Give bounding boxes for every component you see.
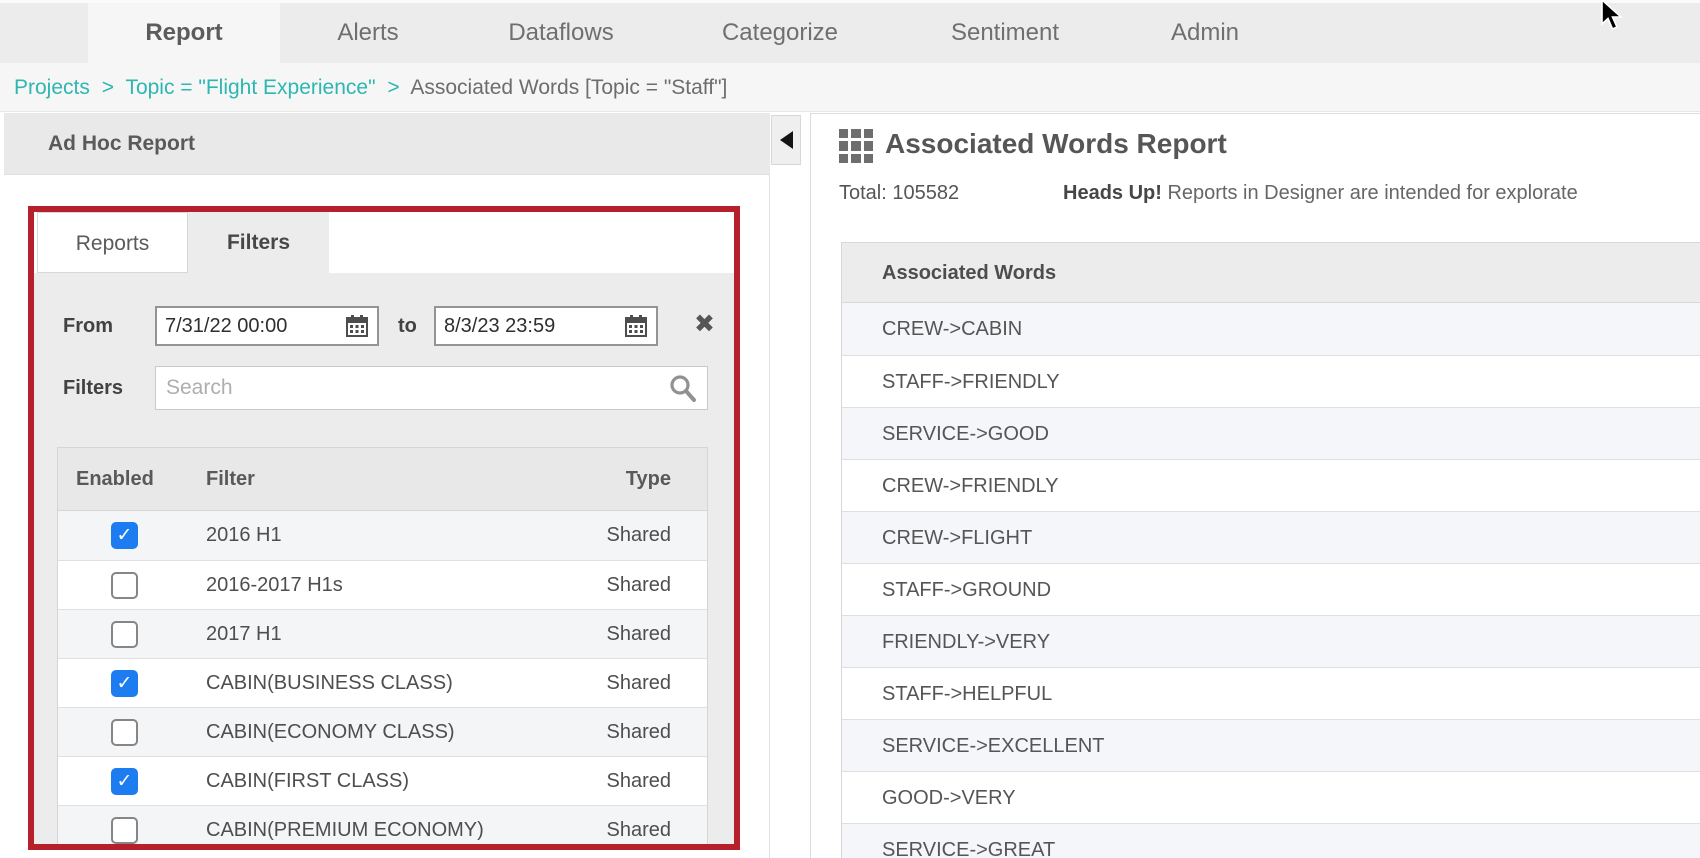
heads-up-text: Reports in Designer are intended for exp… xyxy=(1162,182,1578,204)
filter-name: 2017 H1 xyxy=(206,610,282,659)
filter-table-body: ✓ 2016 H1 Shared 2016-2017 H1s Shared 20… xyxy=(58,511,707,844)
list-item[interactable]: STAFF->GROUND xyxy=(842,563,1700,615)
table-row[interactable]: CABIN(ECONOMY CLASS) Shared xyxy=(58,707,707,756)
tab-reports[interactable]: Reports xyxy=(37,212,188,273)
breadcrumb: Projects > Topic = "Flight Experience" >… xyxy=(0,63,1700,112)
tab-admin[interactable]: Admin xyxy=(1125,0,1285,63)
table-row[interactable]: ✓ CABIN(FIRST CLASS) Shared xyxy=(58,756,707,805)
filter-type: Shared xyxy=(607,708,672,757)
tab-sentiment[interactable]: Sentiment xyxy=(925,0,1085,63)
from-date-input[interactable]: 7/31/22 00:00 xyxy=(155,306,379,346)
filter-type: Shared xyxy=(607,561,672,610)
list-item[interactable]: GOOD->VERY xyxy=(842,771,1700,823)
tab-report[interactable]: Report xyxy=(88,0,280,63)
table-row[interactable]: 2016-2017 H1s Shared xyxy=(58,560,707,609)
clear-dates-icon[interactable]: ✖ xyxy=(694,309,715,339)
associated-words-panel: Associated Words Report Total: 105582 He… xyxy=(810,113,1700,858)
column-header-filter: Filter xyxy=(206,448,255,511)
report-title: Associated Words Report xyxy=(885,128,1227,160)
tab-categorize[interactable]: Categorize xyxy=(700,0,860,63)
from-date-value: 7/31/22 00:00 xyxy=(165,315,339,338)
search-placeholder: Search xyxy=(166,376,667,400)
filter-checkbox[interactable]: ✓ xyxy=(111,670,138,697)
filter-name: 2016 H1 xyxy=(206,511,282,560)
list-item[interactable]: CREW->FRIENDLY xyxy=(842,459,1700,511)
filters-pane: From 7/31/22 00:00 to 8/3/23 23:59 xyxy=(34,273,734,844)
filter-checkbox[interactable] xyxy=(111,719,138,746)
breadcrumb-separator: > xyxy=(96,76,120,99)
list-item[interactable]: CREW->CABIN xyxy=(842,303,1700,355)
filter-name: CABIN(PREMIUM ECONOMY) xyxy=(206,806,484,844)
filters-search-label: Filters xyxy=(63,377,123,400)
to-date-value: 8/3/23 23:59 xyxy=(444,315,618,338)
window-top-strip xyxy=(0,0,1700,3)
associated-words-body: CREW->CABIN STAFF->FRIENDLY SERVICE->GOO… xyxy=(842,303,1700,858)
total-count: Total: 105582 xyxy=(839,182,959,205)
associated-words-column-header: Associated Words xyxy=(842,243,1700,303)
filter-checkbox[interactable] xyxy=(111,621,138,648)
breadcrumb-separator: > xyxy=(381,76,405,99)
filter-type: Shared xyxy=(607,511,672,560)
tab-alerts[interactable]: Alerts xyxy=(308,0,428,63)
table-row[interactable]: CABIN(PREMIUM ECONOMY) Shared xyxy=(58,805,707,844)
to-date-input[interactable]: 8/3/23 23:59 xyxy=(434,306,658,346)
filter-name: CABIN(ECONOMY CLASS) xyxy=(206,708,455,757)
left-triangle-icon xyxy=(780,131,793,149)
filter-checkbox[interactable] xyxy=(111,817,138,844)
tab-dataflows[interactable]: Dataflows xyxy=(481,0,641,63)
filter-name: 2016-2017 H1s xyxy=(206,561,343,610)
filter-table-header: Enabled Filter Type xyxy=(58,448,707,511)
table-row[interactable]: ✓ CABIN(BUSINESS CLASS) Shared xyxy=(58,658,707,707)
filter-type: Shared xyxy=(607,610,672,659)
table-row[interactable]: ✓ 2016 H1 Shared xyxy=(58,511,707,560)
filter-checkbox[interactable]: ✓ xyxy=(111,768,138,795)
tab-filters[interactable]: Filters xyxy=(188,212,329,273)
associated-words-table: Associated Words CREW->CABIN STAFF->FRIE… xyxy=(841,242,1700,858)
breadcrumb-current: Associated Words [Topic = "Staff"] xyxy=(410,76,727,99)
top-nav: Report Alerts Dataflows Categorize Senti… xyxy=(0,0,1700,63)
grid-icon xyxy=(839,129,873,163)
filter-checkbox[interactable]: ✓ xyxy=(111,522,138,549)
from-label: From xyxy=(63,315,113,338)
left-panel-tab-bar: Reports Filters xyxy=(34,212,734,273)
heads-up-notice: Heads Up! Reports in Designer are intend… xyxy=(1063,182,1578,205)
calendar-icon[interactable] xyxy=(345,314,369,338)
breadcrumb-link-topic[interactable]: Topic = "Flight Experience" xyxy=(125,76,375,99)
collapse-panel-button[interactable] xyxy=(771,115,801,165)
to-label: to xyxy=(398,315,417,338)
filter-name: CABIN(FIRST CLASS) xyxy=(206,757,409,806)
filter-type: Shared xyxy=(607,757,672,806)
filter-checkbox[interactable] xyxy=(111,572,138,599)
list-item[interactable]: SERVICE->EXCELLENT xyxy=(842,719,1700,771)
panel-title: Ad Hoc Report xyxy=(4,113,770,175)
list-item[interactable]: STAFF->HELPFUL xyxy=(842,667,1700,719)
list-item[interactable]: STAFF->FRIENDLY xyxy=(842,355,1700,407)
column-header-enabled: Enabled xyxy=(76,448,154,511)
list-item[interactable]: SERVICE->GOOD xyxy=(842,407,1700,459)
list-item[interactable]: SERVICE->GREAT xyxy=(842,823,1700,858)
list-item[interactable]: CREW->FLIGHT xyxy=(842,511,1700,563)
filter-type: Shared xyxy=(607,659,672,708)
filter-name: CABIN(BUSINESS CLASS) xyxy=(206,659,453,708)
search-input[interactable]: Search xyxy=(155,366,708,410)
filter-type: Shared xyxy=(607,806,672,844)
filter-table: Enabled Filter Type ✓ 2016 H1 Shared 201… xyxy=(57,447,708,844)
calendar-icon[interactable] xyxy=(624,314,648,338)
list-item[interactable]: FRIENDLY->VERY xyxy=(842,615,1700,667)
table-row[interactable]: 2017 H1 Shared xyxy=(58,609,707,658)
breadcrumb-link-projects[interactable]: Projects xyxy=(14,76,90,99)
magnifier-icon[interactable] xyxy=(667,373,697,403)
heads-up-bold: Heads Up! xyxy=(1063,182,1162,204)
column-header-type: Type xyxy=(626,448,671,511)
